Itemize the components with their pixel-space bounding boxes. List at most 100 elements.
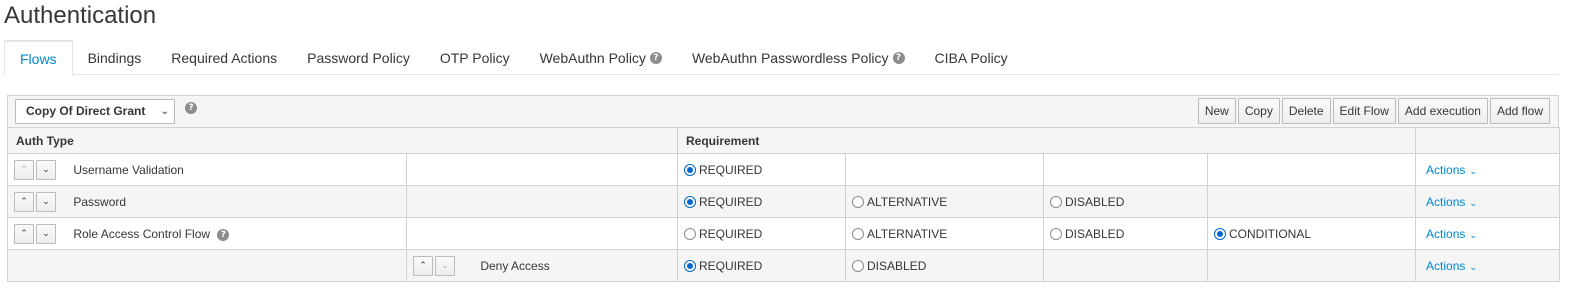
chevron-down-icon: ⌄	[1469, 261, 1477, 272]
flow-select[interactable]: Copy Of Direct Grant ⌄	[15, 99, 175, 124]
move-up-button[interactable]: ⌃	[413, 255, 433, 276]
help-icon[interactable]: ?	[185, 102, 197, 114]
chevron-down-icon: ⌄	[160, 106, 169, 117]
help-icon[interactable]: ?	[217, 228, 230, 241]
execution-name: Password	[73, 194, 127, 209]
requirement-label: DISABLED	[1065, 194, 1125, 209]
tab-label: WebAuthn Policy	[539, 49, 646, 66]
requirement-option[interactable]: ALTERNATIVE	[845, 217, 1044, 250]
requirement-label: ALTERNATIVE	[867, 226, 948, 241]
table-header-row: Auth Type Requirement	[7, 127, 1561, 154]
chevron-down-icon: ⌄	[1469, 165, 1477, 176]
requirement-label: DISABLED	[867, 258, 927, 273]
nested-cell	[406, 153, 678, 186]
tab-flows[interactable]: Flows	[4, 40, 73, 76]
requirement-label: DISABLED	[1065, 226, 1125, 241]
actions-dropdown[interactable]: Actions ⌄	[1422, 163, 1477, 177]
move-up-button[interactable]: ⌃	[14, 159, 34, 180]
requirement-option[interactable]: CONDITIONAL	[1206, 217, 1417, 250]
requirement-option[interactable]: REQUIRED	[677, 153, 846, 186]
tab-required-actions[interactable]: Required Actions	[156, 40, 292, 75]
actions-header	[1415, 127, 1561, 154]
move-down-button[interactable]: ⌄	[36, 223, 56, 244]
requirement-option[interactable]: REQUIRED	[677, 185, 846, 218]
tab-label: CIBA Policy	[934, 49, 1008, 66]
requirement-label: REQUIRED	[699, 162, 763, 177]
tab-ciba-policy[interactable]: CIBA Policy	[920, 40, 1023, 75]
execution-name: Role Access Control Flow	[73, 226, 211, 241]
requirement-option[interactable]: DISABLED	[1043, 185, 1208, 218]
help-icon[interactable]: ?	[649, 51, 662, 64]
toolbar-buttons: New Copy Delete Edit Flow Add execution …	[1197, 98, 1550, 124]
help-icon[interactable]: ?	[892, 51, 905, 64]
radio-required[interactable]	[684, 227, 696, 240]
move-down-button[interactable]: ⌄	[435, 255, 455, 276]
tab-label: Bindings	[87, 49, 142, 66]
delete-button[interactable]: Delete	[1281, 98, 1331, 124]
tab-webauthn-policy[interactable]: WebAuthn Policy?	[525, 40, 677, 75]
tab-label: Required Actions	[171, 49, 278, 66]
tab-webauthn-passwordless-policy[interactable]: WebAuthn Passwordless Policy?	[677, 40, 920, 75]
radio-required[interactable]	[684, 195, 696, 208]
requirement-option[interactable]: DISABLED	[1043, 217, 1208, 250]
requirement-option[interactable]: REQUIRED	[677, 217, 846, 250]
chevron-down-icon: ⌄	[1469, 197, 1477, 208]
requirement-label: CONDITIONAL	[1229, 226, 1312, 241]
actions-label: Actions	[1426, 162, 1466, 177]
actions-label: Actions	[1426, 226, 1466, 241]
radio-alternative[interactable]	[852, 227, 864, 240]
page-title: Authentication	[4, 2, 157, 29]
auth-type-cell: ⌃ ⌄ Role Access Control Flow ?	[7, 217, 407, 250]
radio-alternative[interactable]	[852, 195, 864, 208]
actions-dropdown[interactable]: Actions ⌄	[1422, 227, 1477, 241]
actions-dropdown[interactable]: Actions ⌄	[1422, 195, 1477, 209]
requirement-label: REQUIRED	[699, 194, 763, 209]
requirement-option	[1206, 249, 1417, 282]
table-row: ⌃ ⌄ Deny Access REQUIRED DISABLED Actions…	[7, 249, 1561, 282]
requirement-option[interactable]: DISABLED	[845, 249, 1044, 282]
move-down-button[interactable]: ⌄	[36, 159, 56, 180]
requirement-option[interactable]: ALTERNATIVE	[845, 185, 1044, 218]
radio-disabled[interactable]	[1050, 227, 1062, 240]
requirement-header: Requirement	[676, 127, 1417, 154]
radio-conditional[interactable]	[1214, 227, 1226, 240]
radio-required[interactable]	[684, 259, 696, 272]
tab-label: Password Policy	[307, 49, 410, 66]
actions-cell: Actions ⌄	[1415, 217, 1561, 250]
radio-required[interactable]	[684, 163, 696, 176]
auth-type-cell	[7, 249, 407, 282]
copy-button[interactable]: Copy	[1237, 98, 1280, 124]
move-up-button[interactable]: ⌃	[14, 191, 34, 212]
actions-cell: Actions ⌄	[1415, 153, 1561, 186]
flows-table: Auth Type Requirement ⌃ ⌄ Username Valida…	[7, 127, 1561, 282]
radio-disabled[interactable]	[852, 259, 864, 272]
nested-cell	[406, 185, 678, 218]
add-execution-button[interactable]: Add execution	[1397, 98, 1488, 124]
tab-otp-policy[interactable]: OTP Policy	[425, 40, 525, 75]
actions-cell: Actions ⌄	[1415, 249, 1561, 282]
move-down-button[interactable]: ⌄	[36, 191, 56, 212]
requirement-option[interactable]: REQUIRED	[677, 249, 846, 282]
nested-cell: ⌃ ⌄ Deny Access	[406, 249, 678, 282]
actions-label: Actions	[1426, 258, 1466, 273]
actions-dropdown[interactable]: Actions ⌄	[1422, 259, 1477, 273]
edit-flow-button[interactable]: Edit Flow	[1332, 98, 1396, 124]
tab-label: OTP Policy	[439, 49, 510, 66]
requirement-option	[1206, 185, 1417, 218]
auth-type-cell: ⌃ ⌄ Username Validation	[7, 153, 407, 186]
tab-label: Flows	[20, 50, 57, 67]
add-flow-button[interactable]: Add flow	[1489, 98, 1550, 124]
tab-password-policy[interactable]: Password Policy	[292, 40, 425, 75]
requirement-option	[1206, 153, 1417, 186]
tab-bindings[interactable]: Bindings	[73, 40, 157, 75]
radio-disabled[interactable]	[1050, 195, 1062, 208]
table-row: ⌃ ⌄ Role Access Control Flow ? REQUIRED A…	[7, 217, 1561, 250]
tab-bar: Flows Bindings Required Actions Password…	[4, 40, 1559, 76]
new-button[interactable]: New	[1197, 98, 1236, 124]
auth-type-cell: ⌃ ⌄ Password	[7, 185, 407, 218]
requirement-label: REQUIRED	[699, 258, 763, 273]
move-up-button[interactable]: ⌃	[14, 223, 34, 244]
nested-cell	[406, 217, 678, 250]
requirement-label: REQUIRED	[699, 226, 763, 241]
flow-toolbar: Copy Of Direct Grant ⌄ ? New Copy Delete…	[7, 95, 1559, 127]
